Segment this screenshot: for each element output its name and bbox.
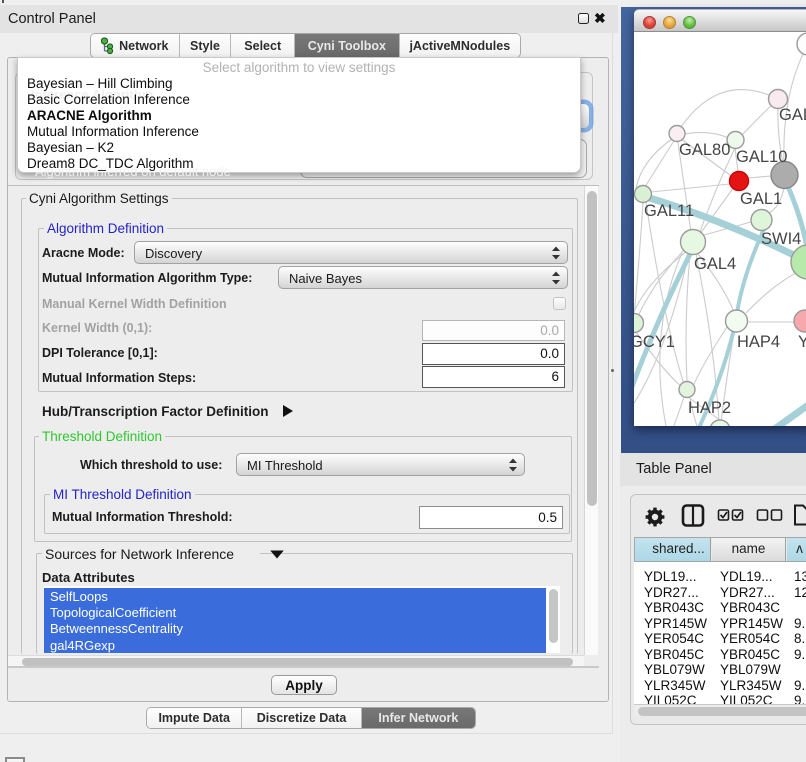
svg-text:GAL4: GAL4 <box>694 255 736 273</box>
svg-text:GAL10: GAL10 <box>736 148 787 166</box>
svg-text:HAP2: HAP2 <box>688 399 731 417</box>
svg-text:GAL80: GAL80 <box>679 141 730 159</box>
svg-text:GCY1: GCY1 <box>634 333 675 351</box>
svg-text:GAL1: GAL1 <box>740 190 782 208</box>
svg-text:GAL11: GAL11 <box>644 202 694 220</box>
svg-text:SWI4: SWI4 <box>761 230 801 248</box>
svg-text:HAP4: HAP4 <box>737 333 780 351</box>
svg-text:Y: Y <box>798 333 806 351</box>
svg-text:GAL7: GAL7 <box>779 106 806 124</box>
